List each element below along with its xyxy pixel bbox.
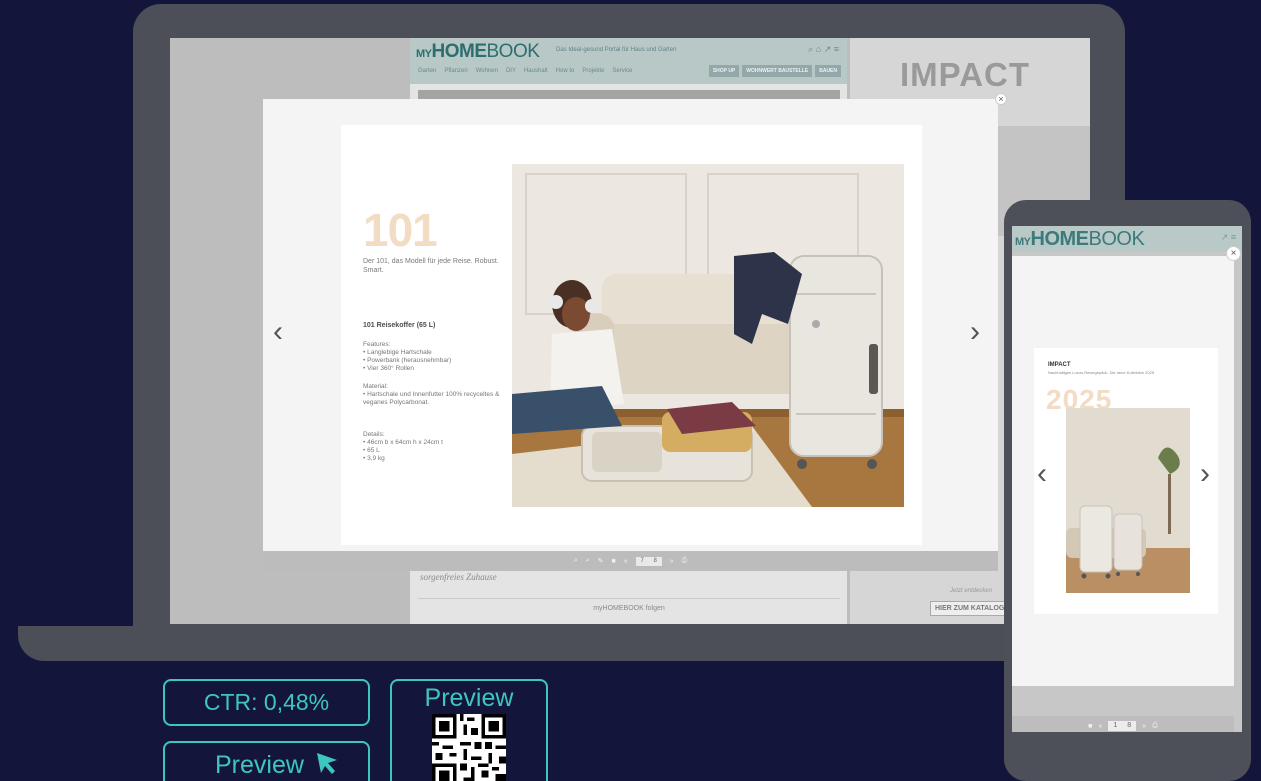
qr-code-icon	[432, 714, 506, 781]
bookmark-icon[interactable]: ■	[612, 558, 616, 565]
material-section: Material: Hartschale und Innenfutter 100…	[363, 383, 513, 407]
preview-button-label: Preview	[215, 751, 304, 780]
total-pages: 8	[1127, 722, 1132, 729]
preview-qr-label: Preview	[424, 684, 514, 712]
ctr-badge: CTR: 0,48%	[163, 679, 370, 726]
nav-item[interactable]: Service	[612, 68, 632, 74]
phone-next-arrow-icon[interactable]: ›	[1200, 459, 1210, 489]
total-pages: 8	[653, 557, 657, 564]
header-button[interactable]: WOHNWERT BAUSTELLE	[742, 65, 813, 77]
logo-my: MY	[1015, 236, 1031, 248]
cursor-pointer-icon	[315, 751, 339, 781]
nav-item[interactable]: Haushalt	[524, 68, 548, 74]
nav-item[interactable]: Pflanzen	[444, 68, 467, 74]
site-header-buttons: SHOP UP WOHNWERT BAUSTELLE BAUEN	[708, 65, 841, 77]
site-header: MYHOMEBOOK Das Ideal-gesund Portal für H…	[410, 38, 847, 84]
logo-book: BOOK	[486, 41, 540, 62]
details-section: Details: 46cm b x 64cm h x 24cm t 65 L 3…	[363, 431, 513, 463]
feature-item: Langlebige Hartschale	[363, 349, 513, 357]
cover-photo	[1066, 408, 1190, 593]
phone-frame: MYHOMEBOOK ↗ ≡ IMPACT Nachhaltiges Luxus…	[1004, 200, 1251, 781]
product-photo	[512, 164, 904, 507]
cover-brand: IMPACT	[1048, 362, 1071, 368]
features-title: Features:	[363, 341, 391, 348]
feature-item: Powerbank (herausnehmbar)	[363, 357, 513, 365]
feature-item: Vier 360° Rollen	[363, 365, 513, 373]
cover-subtitle: Nachhaltiges Luxus-Reisegepäck. Die neue…	[1048, 370, 1155, 375]
phone-site-logo[interactable]: MYHOMEBOOK	[1015, 228, 1145, 251]
phone-catalog-cover: IMPACT Nachhaltiges Luxus-Reisegepäck. D…	[1034, 348, 1218, 614]
print-icon[interactable]: ⎙	[682, 557, 688, 565]
site-nav: Garten Pflanzen Wohnen DIY Haushalt How …	[418, 68, 632, 74]
phone-catalog-lightbox: IMPACT Nachhaltiges Luxus-Reisegepäck. D…	[1012, 256, 1234, 732]
nav-item[interactable]: Wohnen	[476, 68, 498, 74]
current-page: 7	[640, 557, 644, 564]
first-page-icon[interactable]: «	[624, 558, 628, 565]
page-number-input[interactable]: 7 8	[635, 556, 662, 566]
site-article-text: sorgenfreies Zuhause	[420, 572, 497, 582]
current-page: 1	[1113, 722, 1118, 729]
first-page-icon[interactable]: «	[1098, 723, 1102, 730]
phone-prev-arrow-icon[interactable]: ‹	[1037, 459, 1047, 489]
edit-icon[interactable]: ✎	[598, 557, 604, 565]
phone-site-header: MYHOMEBOOK ↗ ≡	[1012, 226, 1242, 252]
nav-item[interactable]: Garten	[418, 68, 436, 74]
product-number: 101	[363, 204, 438, 256]
katalog-button[interactable]: HIER ZUM KATALOG	[930, 601, 1010, 616]
detail-item: 3,9 kg	[363, 455, 513, 463]
features-section: Features: Langlebige Hartschale Powerban…	[363, 341, 513, 373]
header-button[interactable]: BAUEN	[815, 65, 841, 77]
print-icon[interactable]: ⎙	[1152, 722, 1158, 730]
next-page-arrow-icon[interactable]: ›	[970, 317, 980, 347]
product-subtitle: Der 101, das Modell für jede Reise. Robu…	[363, 258, 499, 274]
site-tagline: Das Ideal-gesund Portal für Haus und Gar…	[556, 47, 677, 53]
preview-button[interactable]: Preview	[163, 741, 370, 781]
detail-item: 65 L	[363, 447, 513, 455]
catalog-lightbox: 101 Der 101, das Modell für jede Reise. …	[263, 99, 998, 571]
zoom-in-icon[interactable]: ⌕	[574, 557, 578, 565]
laptop-screen: MYHOMEBOOK Das Ideal-gesund Portal für H…	[170, 38, 1090, 624]
zoom-out-icon[interactable]: ⌕	[586, 557, 590, 565]
phone-header-icons[interactable]: ↗ ≡	[1221, 232, 1236, 243]
viewer-toolbar: ⌕ ⌕ ✎ ■ « 7 8 » ⎙	[263, 551, 998, 571]
nav-item[interactable]: DIY	[506, 68, 516, 74]
material-item: Hartschale und Innenfutter 100% recycelt…	[363, 391, 513, 407]
material-title: Material:	[363, 383, 388, 390]
last-page-icon[interactable]: »	[1142, 723, 1146, 730]
nav-item[interactable]: Projekte	[582, 68, 604, 74]
logo-my: MY	[416, 48, 432, 60]
bookmark-icon[interactable]: ■	[1088, 723, 1092, 730]
phone-page-number-input[interactable]: 1 8	[1108, 721, 1137, 731]
phone-screen: MYHOMEBOOK ↗ ≡ IMPACT Nachhaltiges Luxus…	[1012, 226, 1242, 732]
site-logo[interactable]: MYHOMEBOOK	[416, 41, 540, 63]
logo-book: BOOK	[1088, 228, 1145, 250]
header-button[interactable]: SHOP UP	[708, 65, 740, 77]
catalog-page: 101 Der 101, das Modell für jede Reise. …	[341, 125, 922, 545]
site-header-icons[interactable]: ⌕ ⌂ ↗ ≡	[808, 44, 839, 55]
details-title: Details:	[363, 431, 385, 438]
logo-home: HOME	[1030, 228, 1090, 250]
impact-brand-title: IMPACT	[900, 56, 1031, 93]
katalog-note: Jetzt entdecken	[950, 588, 993, 594]
phone-viewer-toolbar: ■ « 1 8 » ⎙	[1012, 716, 1234, 732]
logo-home: HOME	[431, 41, 488, 62]
detail-item: 46cm b x 64cm h x 24cm t	[363, 439, 513, 447]
product-title: 101 Reisekoffer (65 L)	[363, 322, 436, 329]
follow-link[interactable]: myHOMEBOOK folgen	[418, 598, 840, 612]
preview-qr-box[interactable]: Preview	[390, 679, 548, 781]
lightbox-close-icon[interactable]: ×	[995, 93, 1007, 105]
nav-item[interactable]: How to	[556, 68, 575, 74]
phone-lightbox-close-icon[interactable]: ×	[1226, 246, 1241, 261]
prev-page-arrow-icon[interactable]: ‹	[273, 317, 283, 347]
last-page-icon[interactable]: »	[670, 558, 674, 565]
